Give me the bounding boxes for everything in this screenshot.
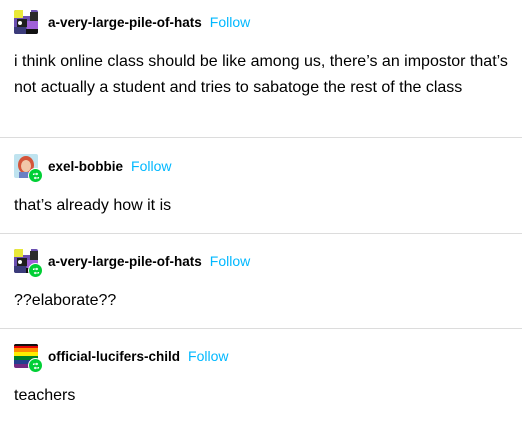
avatar[interactable] (14, 154, 43, 183)
username[interactable]: a-very-large-pile-of-hats (48, 15, 202, 30)
reblog-icon (28, 168, 43, 183)
follow-button[interactable]: Follow (131, 158, 171, 174)
follow-button[interactable]: Follow (210, 253, 250, 269)
username[interactable]: a-very-large-pile-of-hats (48, 254, 202, 269)
follow-button[interactable]: Follow (210, 14, 250, 30)
follow-button[interactable]: Follow (188, 348, 228, 364)
post-header: a-very-large-pile-of-hats Follow (14, 10, 250, 34)
avatar[interactable] (14, 10, 38, 34)
post-text: teachers (14, 387, 76, 404)
avatar[interactable] (14, 344, 43, 373)
post-header: exel-bobbie Follow (14, 154, 171, 183)
hats-avatar-icon (14, 10, 38, 34)
post-header: a-very-large-pile-of-hats Follow (14, 249, 250, 278)
avatar[interactable] (14, 249, 43, 278)
post-text: i think online class should be like amon… (14, 53, 508, 96)
post-header: official-lucifers-child Follow (14, 344, 229, 373)
username[interactable]: official-lucifers-child (48, 349, 180, 364)
post-text: ??elaborate?? (14, 292, 117, 309)
username[interactable]: exel-bobbie (48, 159, 123, 174)
divider (0, 233, 522, 234)
post-text: that’s already how it is (14, 197, 172, 214)
reblog-icon (28, 263, 43, 278)
divider (0, 137, 522, 138)
reblog-icon (28, 358, 43, 373)
divider (0, 328, 522, 329)
